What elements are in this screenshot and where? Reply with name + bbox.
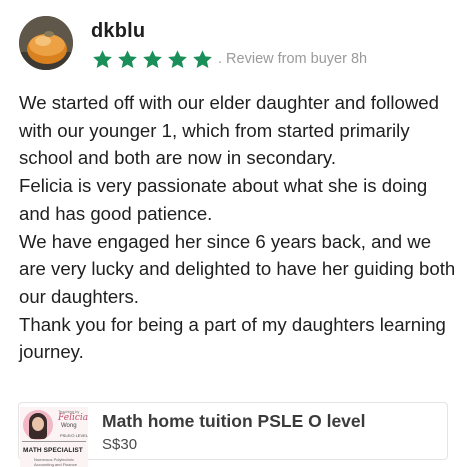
listing-card[interactable]: Teaching by Felicia Wong PSLE/O LEVEL MA… bbox=[18, 402, 448, 467]
thumbnail-tag: PSLE/O LEVEL bbox=[60, 433, 88, 438]
thumbnail-heading: MATH SPECIALIST bbox=[23, 447, 83, 454]
star-icon bbox=[118, 49, 137, 68]
thumbnail-subtext: Numerous Polytechnic Accounting and Fina… bbox=[34, 457, 77, 467]
star-icon bbox=[93, 49, 112, 68]
avatar-image bbox=[19, 16, 73, 70]
star-icon bbox=[193, 49, 212, 68]
thumbnail-sub-line: Accounting and Finance bbox=[34, 462, 77, 467]
star-icon bbox=[168, 49, 187, 68]
rating-row: . Review from buyer 8h bbox=[92, 47, 367, 71]
thumbnail-portrait-face bbox=[32, 417, 44, 431]
reviewer-username[interactable]: dkblu bbox=[91, 20, 145, 43]
thumbnail-name: Felicia bbox=[58, 413, 88, 423]
review-meta: . Review from buyer 8h bbox=[218, 51, 368, 67]
review-paragraph: We started off with our elder daughter a… bbox=[19, 92, 439, 169]
thumbnail-surname: Wong bbox=[61, 423, 77, 429]
review-paragraph: Felicia is very passionate about what sh… bbox=[19, 175, 428, 224]
review-paragraph: We have engaged her since 6 years back, … bbox=[19, 230, 456, 307]
review-body: We started off with our elder daughter a… bbox=[19, 89, 459, 366]
listing-thumbnail[interactable]: Teaching by Felicia Wong PSLE/O LEVEL MA… bbox=[20, 407, 88, 467]
reviewer-avatar[interactable] bbox=[19, 16, 73, 70]
listing-info: Math home tuition PSLE O level S$30 bbox=[102, 411, 366, 453]
review-paragraph: Thank you for being a part of my daughte… bbox=[19, 313, 446, 363]
listing-title[interactable]: Math home tuition PSLE O level bbox=[102, 411, 366, 432]
thumbnail-divider bbox=[22, 441, 86, 442]
star-icon bbox=[143, 49, 162, 68]
listing-price: S$30 bbox=[102, 436, 138, 453]
